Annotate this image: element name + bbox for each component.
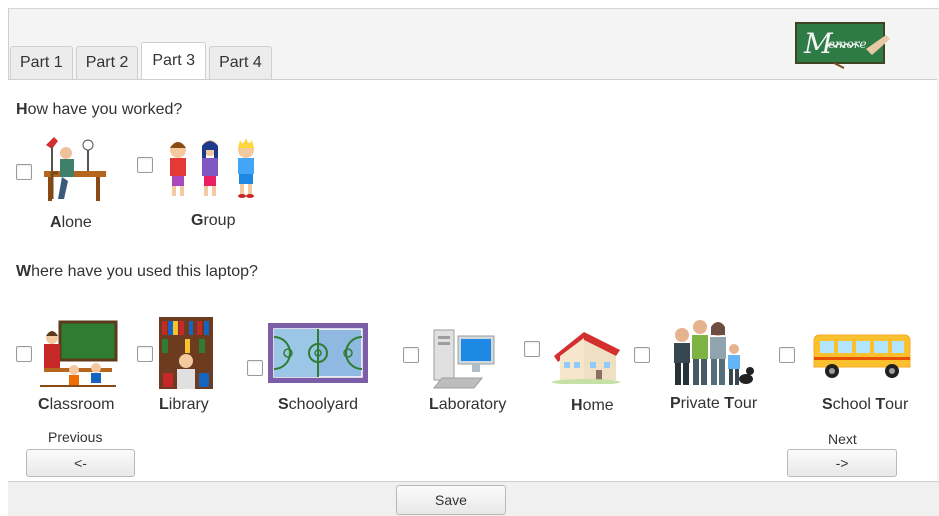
tab-part-2[interactable]: Part 2 — [75, 46, 139, 79]
label-alone: Alone — [50, 214, 92, 231]
question-work-mode: How have you worked? — [16, 101, 183, 118]
tab-bar: Part 1 Part 2 Part 3 Part 4 — [10, 42, 272, 79]
next-button[interactable]: -> — [787, 449, 897, 477]
label-classroom: Classroom — [38, 396, 115, 413]
checkbox-library[interactable] — [137, 346, 153, 362]
group-illustration — [160, 138, 270, 205]
checkbox-classroom[interactable] — [16, 346, 32, 362]
home-illustration — [550, 328, 622, 389]
checkbox-schoolyard[interactable] — [247, 360, 263, 376]
tab-part-1[interactable]: Part 1 — [10, 46, 73, 79]
previous-label: Previous — [48, 429, 103, 445]
label-group: Group — [191, 212, 236, 229]
question-laptop-location: Where have you used this laptop? — [16, 263, 258, 280]
checkbox-laboratory[interactable] — [403, 347, 419, 363]
checkbox-private-tour[interactable] — [634, 347, 650, 363]
library-illustration — [159, 317, 213, 394]
label-library: Library — [159, 396, 209, 413]
school-bus-illustration — [810, 333, 914, 386]
previous-button[interactable]: <- — [26, 449, 135, 477]
label-schoolyard: Schoolyard — [278, 396, 359, 413]
private-tour-illustration — [664, 317, 756, 394]
label-home: Home — [571, 397, 614, 414]
checkbox-home[interactable] — [524, 341, 540, 357]
classroom-illustration — [38, 320, 118, 393]
next-label: Next — [828, 431, 857, 447]
tab-part-3[interactable]: Part 3 — [141, 42, 207, 79]
alone-illustration — [40, 133, 112, 210]
save-button[interactable]: Save — [396, 485, 506, 515]
label-private-tour: Private Tour — [670, 395, 758, 412]
laboratory-illustration — [428, 322, 498, 397]
checkbox-group[interactable] — [137, 157, 153, 173]
label-laboratory: Laboratory — [429, 396, 507, 413]
checkbox-school-tour[interactable] — [779, 347, 795, 363]
memore-logo: M emore — [794, 21, 894, 69]
tab-part-4[interactable]: Part 4 — [209, 46, 272, 79]
schoolyard-illustration — [268, 323, 368, 388]
checkbox-alone[interactable] — [16, 164, 32, 180]
label-school-tour: School Tour — [822, 396, 909, 413]
